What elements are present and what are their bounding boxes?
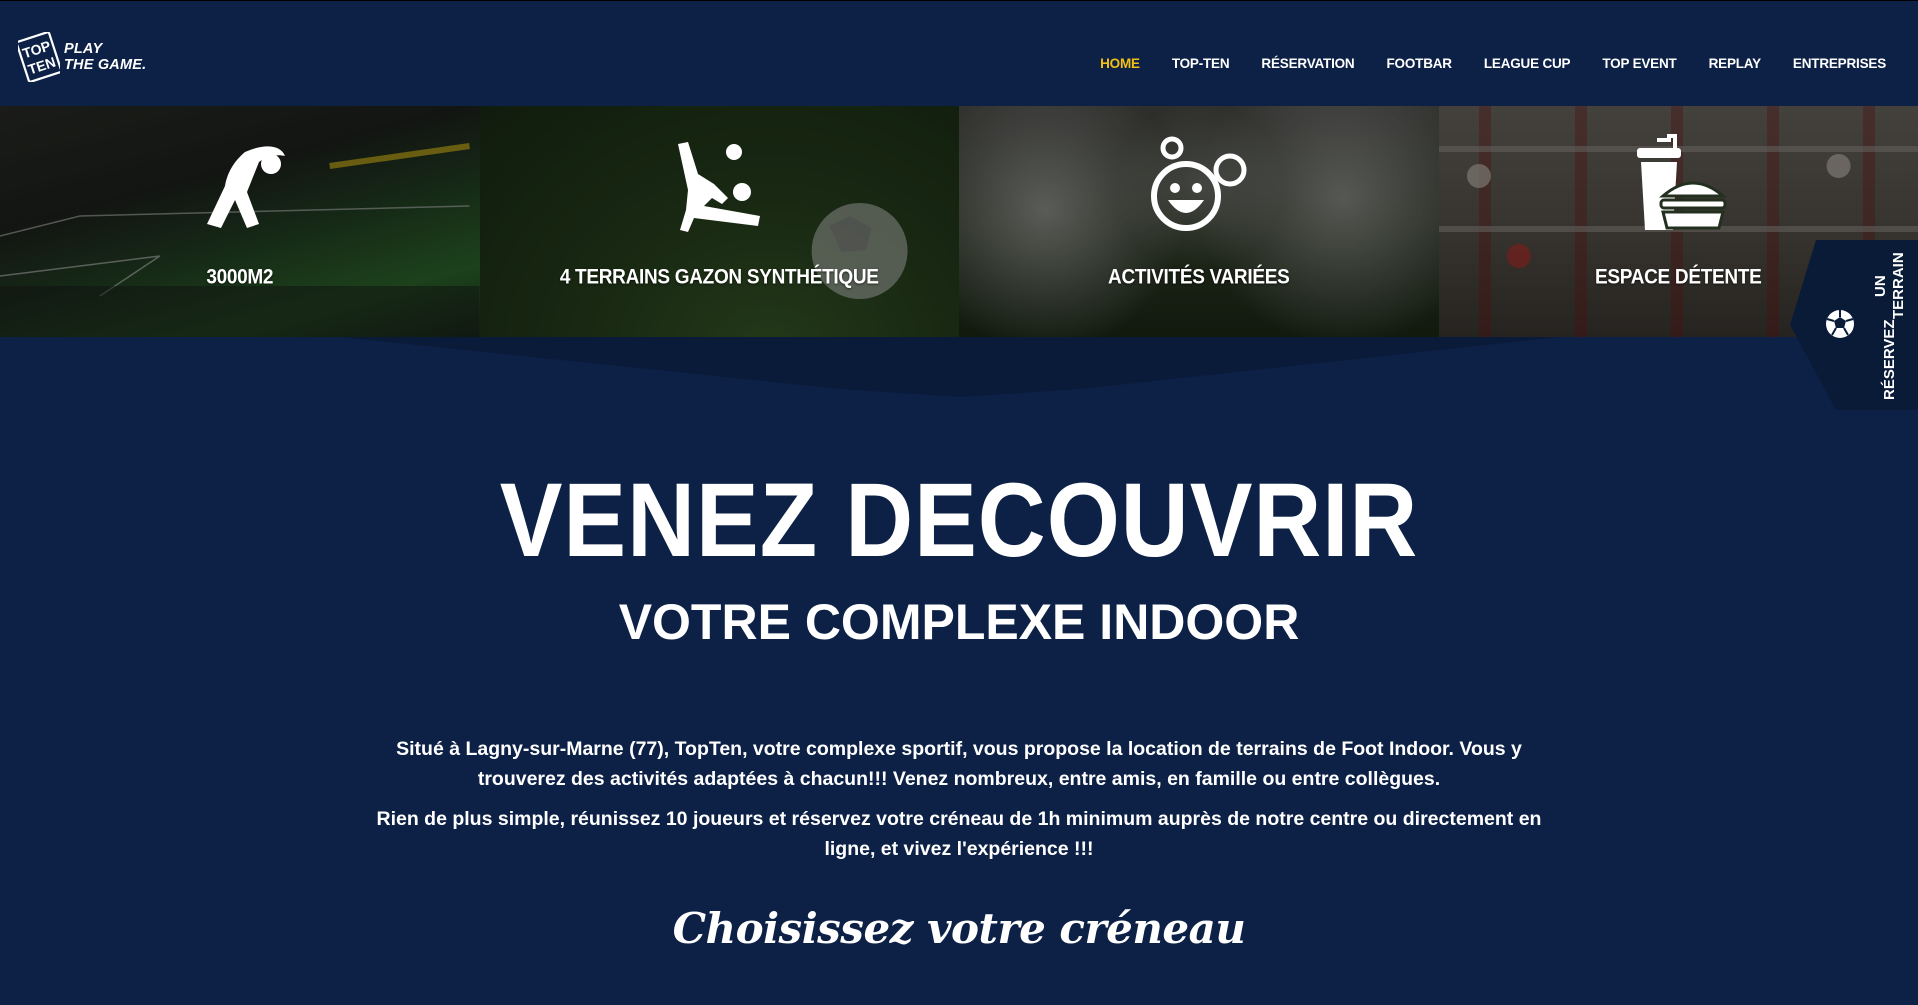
- feature-tile-surface: 3000M2: [0, 106, 480, 337]
- tagline-line2: THE GAME.: [64, 57, 147, 73]
- stretching-person-icon: [206, 146, 285, 228]
- feature-band: 3000M2 4 TERRAINS GAZON SYNTHÉTIQUE ACTI…: [0, 106, 1918, 337]
- reserve-tab-label: RÉSERVEZ UN TERRAIN: [1860, 252, 1918, 399]
- hero-subtitle: VOTRE COMPLEXE INDOOR: [618, 594, 1300, 650]
- hero-paragraph-intro: Situé à Lagny-sur-Marne (77), TopTen, vo…: [396, 738, 1522, 790]
- nav-top-event[interactable]: TOP EVENT: [1602, 56, 1676, 72]
- nav-footbar[interactable]: FOOTBAR: [1387, 56, 1453, 72]
- reserve-tab-line1: RÉSERVEZ: [1881, 319, 1898, 400]
- reserve-pitch-tab[interactable]: RÉSERVEZ UN TERRAIN: [1790, 240, 1918, 410]
- nav-reservation[interactable]: RÉSERVATION: [1261, 56, 1354, 72]
- feature-tile-activities: ACTIVITÉS VARIÉES: [959, 106, 1439, 337]
- site-header: TOP TEN PLAY THE GAME. HOME TOP-TEN RÉSE…: [0, 0, 1918, 106]
- hero-paragraph-booking: Rien de plus simple, réunissez 10 joueur…: [376, 808, 1542, 860]
- choose-slot-title: Choisissez votre créneau: [672, 904, 1246, 953]
- reserve-tab-line2: UN TERRAIN: [1872, 252, 1907, 320]
- drink-burger-icon: [1637, 134, 1728, 230]
- nav-home[interactable]: HOME: [1100, 56, 1140, 72]
- smiley-bubbles-icon: [1150, 136, 1247, 231]
- tagline-line1: PLAY: [64, 41, 103, 57]
- band-chevron-shadow: [340, 337, 1560, 397]
- brand-tagline: PLAY THE GAME.: [64, 41, 146, 73]
- feature-label-pitches: 4 TERRAINS GAZON SYNTHÉTIQUE: [559, 265, 879, 290]
- soccer-ball-icon: [1826, 310, 1854, 338]
- nav-top-ten[interactable]: TOP-TEN: [1172, 56, 1230, 72]
- hero-title: VENEZ DECOUVRIR: [499, 460, 1419, 579]
- nav-league-cup[interactable]: LEAGUE CUP: [1484, 56, 1571, 72]
- feature-label-surface: 3000M2: [206, 265, 274, 290]
- brand-logo[interactable]: TOP TEN PLAY THE GAME.: [18, 31, 146, 83]
- nav-replay[interactable]: REPLAY: [1709, 56, 1762, 72]
- feature-label-activities: ACTIVITÉS VARIÉES: [1108, 265, 1290, 290]
- main-nav: HOME TOP-TEN RÉSERVATION FOOTBAR LEAGUE …: [1068, 56, 1886, 72]
- feature-tile-pitches: 4 TERRAINS GAZON SYNTHÉTIQUE: [479, 106, 959, 337]
- topten-logo-icon: TOP TEN: [18, 32, 60, 82]
- bicycle-kick-icon: [678, 142, 761, 232]
- nav-entreprises[interactable]: ENTREPRISES: [1793, 56, 1886, 72]
